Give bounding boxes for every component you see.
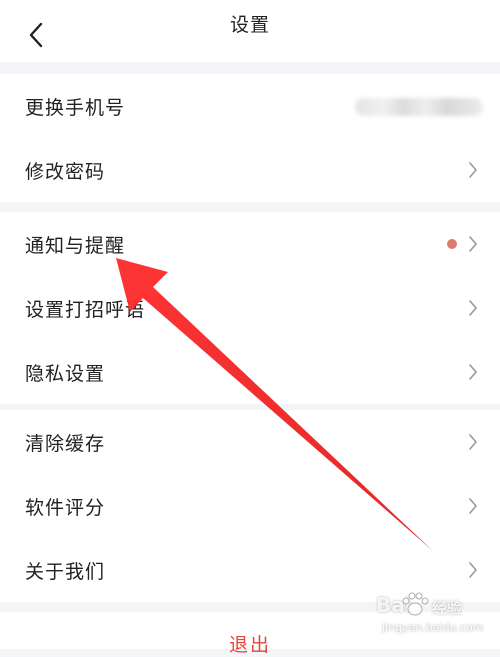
settings-group-app: 清除缓存 软件评分 关于我们 (0, 410, 500, 602)
settings-item-change-phone[interactable]: 更换手机号 (0, 74, 500, 138)
settings-item-change-password[interactable]: 修改密码 (0, 138, 500, 202)
chevron-right-icon (469, 364, 477, 380)
settings-group-account: 更换手机号 修改密码 (0, 74, 500, 202)
chevron-right-icon (469, 162, 477, 178)
phone-number-value-blurred (355, 98, 483, 116)
settings-item-label: 清除缓存 (25, 432, 106, 455)
notification-badge-dot (447, 239, 457, 249)
top-bar: 设置 (0, 0, 500, 62)
settings-item-notifications[interactable]: 通知与提醒 (0, 212, 500, 276)
settings-item-privacy[interactable]: 隐私设置 (0, 340, 500, 404)
watermark-url: jingyan.baidu.com (382, 621, 484, 634)
settings-item-rate-app[interactable]: 软件评分 (0, 474, 500, 538)
settings-item-label: 修改密码 (25, 160, 106, 183)
paw-icon (402, 592, 429, 616)
chevron-right-icon (469, 300, 477, 316)
chevron-right-icon (469, 434, 477, 450)
watermark-sub: 经验 (432, 599, 463, 617)
settings-item-label: 通知与提醒 (25, 234, 126, 257)
baidu-jingyan-watermark: Bai 经验 jingyan.baidu.com (370, 592, 490, 645)
settings-item-label: 关于我们 (25, 560, 106, 583)
settings-item-label: 隐私设置 (25, 362, 106, 385)
page-title: 设置 (229, 14, 270, 36)
settings-group-messages: 通知与提醒 设置打招呼语 隐私设置 (0, 212, 500, 404)
settings-item-clear-cache[interactable]: 清除缓存 (0, 410, 500, 474)
chevron-right-icon (469, 498, 477, 514)
chevron-right-icon (469, 236, 477, 252)
settings-item-label: 软件评分 (25, 496, 106, 519)
settings-item-label: 更换手机号 (25, 96, 126, 119)
settings-item-label: 设置打招呼语 (25, 298, 146, 321)
chevron-right-icon (469, 562, 477, 578)
settings-item-greeting[interactable]: 设置打招呼语 (0, 276, 500, 340)
